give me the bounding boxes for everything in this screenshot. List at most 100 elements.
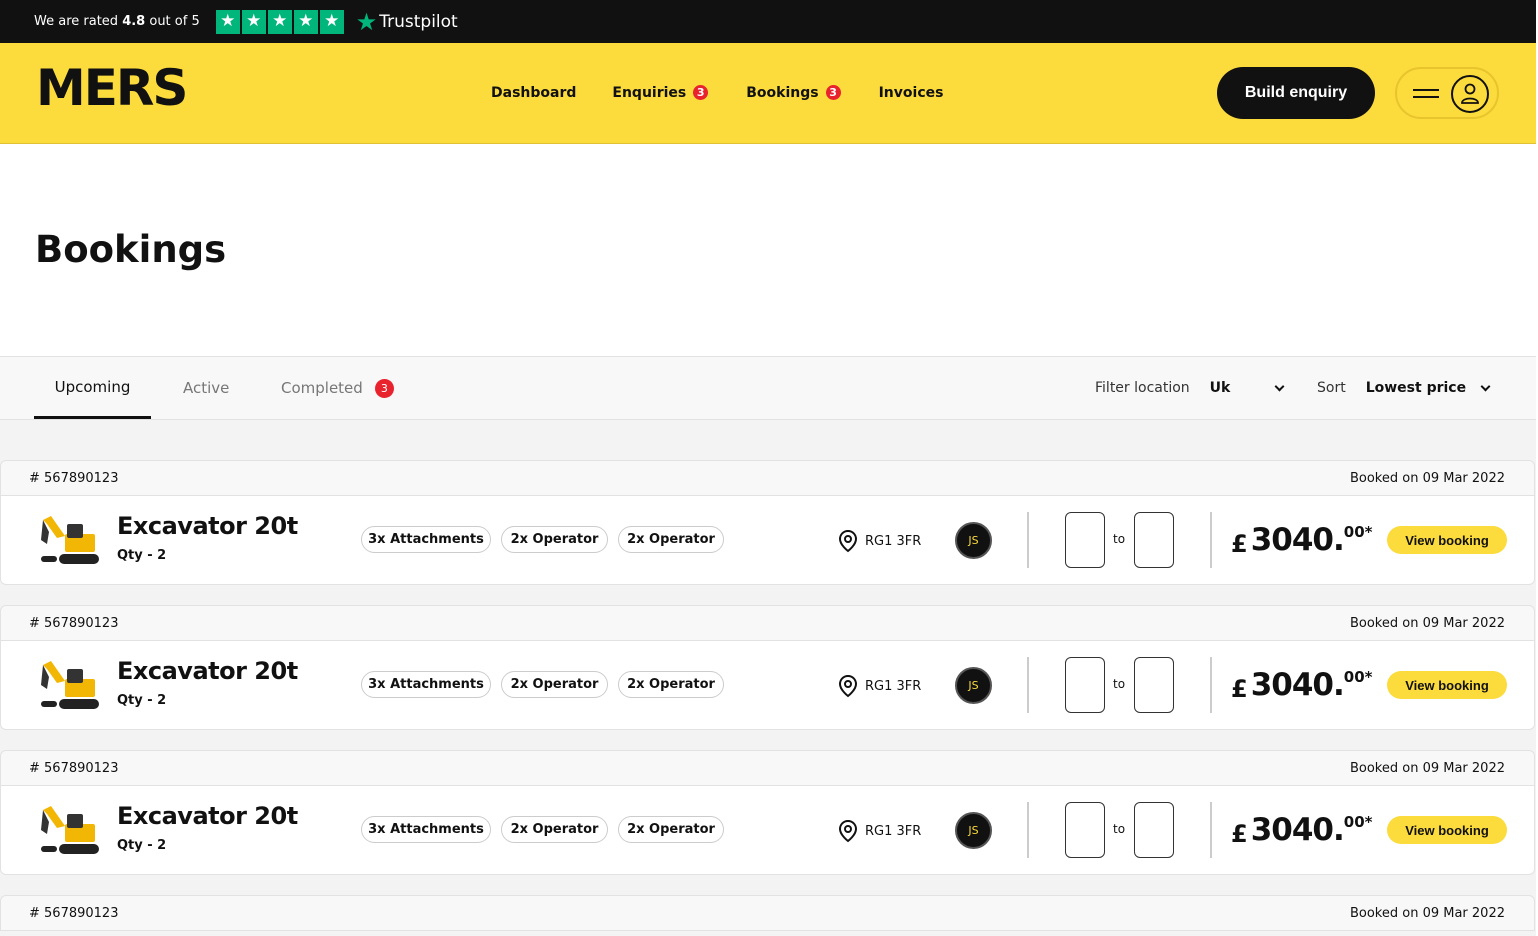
booking-location: RG1 3FR	[837, 529, 921, 553]
location-filter[interactable]: Filter location Uk	[1095, 357, 1285, 419]
divider	[1210, 512, 1212, 568]
build-enquiry-button[interactable]: Build enquiry	[1217, 67, 1375, 119]
booking-card-header: # 567890123 Booked on 09 Mar 2022	[0, 750, 1535, 786]
divider	[1210, 802, 1212, 858]
rating-prefix: We are rated	[34, 14, 119, 29]
booking-card: # 567890123 Booked on 09 Mar 2022 Excava…	[0, 460, 1535, 585]
page-title: Bookings	[35, 228, 227, 271]
extras-chip: 2x Operator	[618, 816, 724, 843]
equipment-qty: Qty - 2	[117, 838, 167, 853]
location-pin-icon	[838, 529, 858, 553]
location-filter-label: Filter location	[1095, 380, 1190, 396]
location-postcode: RG1 3FR	[865, 823, 922, 839]
avatar[interactable]: JS	[955, 522, 992, 559]
extras-chip: 2x Operator	[501, 671, 608, 698]
nav-invoices[interactable]: Invoices	[879, 85, 944, 101]
hamburger-menu-icon	[1413, 88, 1439, 98]
booking-date: Booked on 09 Mar 2022	[1349, 615, 1505, 631]
trustpilot-star-icon: ★	[355, 7, 378, 36]
bookings-count-badge: 3	[823, 83, 843, 102]
nav-label: Invoices	[878, 84, 944, 101]
mers-logo[interactable]: MERS	[36, 63, 188, 113]
user-icon	[1451, 75, 1489, 113]
nav-enquiries[interactable]: Enquiries 3	[612, 83, 711, 102]
end-date-box[interactable]	[1134, 512, 1174, 568]
booking-date: Booked on 09 Mar 2022	[1349, 470, 1505, 486]
start-date-box[interactable]	[1065, 512, 1105, 568]
star-icon: ★	[293, 9, 318, 34]
booking-card: # 567890123 Booked on 09 Mar 2022 Excava…	[0, 605, 1535, 730]
price-decimals: 00*	[1343, 813, 1373, 831]
price-currency: £	[1231, 675, 1248, 703]
sort-select[interactable]: Sort Lowest price	[1317, 357, 1491, 419]
booking-price: £ 3040. 00*	[1231, 522, 1372, 558]
view-booking-button[interactable]: View booking	[1387, 816, 1507, 844]
price-decimals: 00*	[1343, 523, 1373, 541]
extras-chip: 2x Operator	[501, 526, 608, 553]
equipment-name: Excavator 20t	[117, 657, 298, 685]
divider	[1210, 657, 1212, 713]
tab-active[interactable]: Active	[183, 357, 229, 419]
booking-price: £ 3040. 00*	[1231, 667, 1372, 703]
tab-completed[interactable]: Completed 3	[281, 357, 394, 419]
star-icon: ★	[215, 9, 240, 34]
nav-label: Enquiries	[612, 84, 687, 101]
extras-chip: 3x Attachments	[361, 526, 491, 553]
rating-suffix: out of 5	[149, 14, 200, 29]
price-currency: £	[1231, 820, 1248, 848]
booking-id: # 567890123	[29, 470, 119, 486]
booking-location: RG1 3FR	[837, 819, 921, 843]
extras-chip: 3x Attachments	[361, 671, 491, 698]
location-postcode: RG1 3FR	[865, 678, 922, 694]
star-icon: ★	[319, 9, 344, 34]
booking-card-header: # 567890123 Booked on 09 Mar 2022	[0, 895, 1535, 931]
avatar[interactable]: JS	[955, 812, 992, 849]
nav-dashboard[interactable]: Dashboard	[491, 85, 576, 101]
trustpilot-logo[interactable]: ★ Trustpilot	[356, 10, 458, 34]
booking-card-body: Excavator 20t Qty - 2 3x Attachments 2x …	[0, 786, 1535, 875]
divider	[1027, 657, 1029, 713]
date-range-separator: to	[1113, 822, 1126, 836]
nav-label: Bookings	[746, 84, 819, 101]
booking-card: # 567890123 Booked on 09 Mar 2022 Excava…	[0, 750, 1535, 875]
price-currency: £	[1231, 530, 1248, 558]
view-booking-button[interactable]: View booking	[1387, 526, 1507, 554]
tabs-bar: Upcoming Active Completed 3 Filter locat…	[0, 356, 1536, 420]
booking-date: Booked on 09 Mar 2022	[1349, 760, 1505, 776]
extras-chip: 2x Operator	[618, 526, 724, 553]
nav-bookings[interactable]: Bookings 3	[746, 83, 843, 102]
sort-value: Lowest price	[1365, 380, 1467, 396]
date-range-separator: to	[1113, 532, 1126, 546]
location-pin-icon	[838, 819, 858, 843]
start-date-box[interactable]	[1065, 802, 1105, 858]
end-date-box[interactable]	[1134, 802, 1174, 858]
price-amount: 3040.	[1250, 812, 1345, 848]
equipment-name: Excavator 20t	[117, 802, 298, 830]
booking-card-header: # 567890123 Booked on 09 Mar 2022	[0, 460, 1535, 496]
chevron-down-icon	[1480, 381, 1491, 391]
main-nav: Dashboard Enquiries 3 Bookings 3 Invoice…	[491, 83, 979, 102]
equipment-qty: Qty - 2	[117, 548, 167, 563]
tab-upcoming[interactable]: Upcoming	[34, 357, 151, 419]
booking-id: # 567890123	[29, 615, 119, 631]
account-menu-button[interactable]	[1395, 67, 1499, 119]
tab-label: Completed	[281, 379, 363, 397]
booking-price: £ 3040. 00*	[1231, 812, 1372, 848]
location-postcode: RG1 3FR	[865, 533, 922, 549]
booking-card-body: Excavator 20t Qty - 2 3x Attachments 2x …	[0, 641, 1535, 730]
end-date-box[interactable]	[1134, 657, 1174, 713]
price-amount: 3040.	[1250, 667, 1345, 703]
tab-label: Active	[183, 379, 230, 397]
start-date-box[interactable]	[1065, 657, 1105, 713]
price-amount: 3040.	[1250, 522, 1345, 558]
location-pin-icon	[838, 674, 858, 698]
price-decimals: 00*	[1343, 668, 1373, 686]
equipment-name: Excavator 20t	[117, 512, 298, 540]
view-booking-button[interactable]: View booking	[1387, 671, 1507, 699]
enquiries-count-badge: 3	[691, 83, 711, 102]
rating-bar: We are rated 4.8 out of 5 ★ ★ ★ ★ ★ ★ Tr…	[0, 0, 1536, 43]
avatar[interactable]: JS	[955, 667, 992, 704]
extras-chip: 2x Operator	[501, 816, 608, 843]
divider	[1027, 512, 1029, 568]
star-icon: ★	[241, 9, 266, 34]
